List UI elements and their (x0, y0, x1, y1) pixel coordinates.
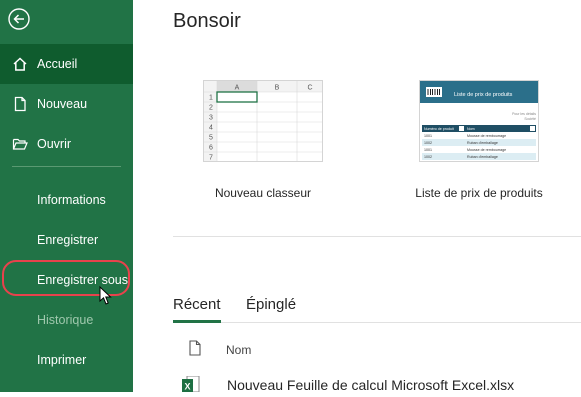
template-cell: 1002 (424, 141, 432, 145)
template-cell: Mousse de rembourrage (467, 134, 506, 138)
sidebar-divider (12, 166, 121, 167)
template-cell: Ruban d'emballage (467, 141, 498, 145)
sidebar-item-label: Accueil (37, 57, 78, 71)
template-note: Société (524, 117, 536, 121)
row-header: 4 (209, 125, 213, 132)
column-header-a: A (235, 85, 240, 92)
home-icon (12, 56, 28, 72)
barcode-icon (426, 87, 442, 97)
sidebar-item-label: Historique (37, 313, 94, 327)
mouse-cursor-icon (99, 285, 113, 306)
row-header: 2 (209, 105, 213, 112)
template-col-header: Numéro de produit (424, 127, 454, 131)
folder-open-icon (12, 136, 28, 152)
sidebar-item-info[interactable]: Informations (0, 180, 133, 220)
sidebar-item-history: Historique (0, 300, 133, 340)
template-cell: 1002 (424, 155, 432, 159)
svg-text:X: X (184, 382, 190, 392)
tabs-divider (173, 322, 581, 323)
template-cell: Mousse de rembourrage (467, 148, 506, 152)
price-list-thumbnail: Liste de prix de produits Pour les détai… (420, 81, 538, 161)
template-note: Pour les détails (512, 112, 536, 116)
row-header: 5 (209, 135, 213, 142)
page-title: Bonsoir (173, 10, 241, 32)
sidebar-item-open[interactable]: Ouvrir (0, 124, 133, 164)
template-cell: 1001 (424, 148, 432, 152)
sidebar-item-label: Informations (37, 193, 106, 207)
column-header-b: B (275, 85, 280, 92)
document-column-icon (188, 340, 202, 356)
template-blank-workbook[interactable]: A B C 1 2 3 4 5 6 7 (203, 80, 323, 162)
new-document-icon (12, 96, 28, 112)
row-header: 3 (209, 115, 213, 122)
section-divider (173, 236, 581, 237)
template-banner-title: Liste de prix de produits (454, 92, 513, 98)
column-header-name[interactable]: Nom (226, 343, 251, 357)
row-header: 1 (209, 95, 213, 102)
sidebar-item-label: Enregistrer (37, 233, 99, 247)
excel-file-icon: X (180, 375, 204, 393)
active-tab-indicator (173, 320, 221, 323)
column-header-c: C (307, 85, 312, 92)
sidebar-item-label: Ouvrir (37, 137, 72, 151)
template-label: Nouveau classeur (214, 186, 312, 200)
tab-pinned[interactable]: Épinglé (246, 296, 296, 313)
blank-workbook-thumbnail: A B C 1 2 3 4 5 6 7 (204, 81, 322, 162)
template-cell: 1001 (424, 134, 432, 138)
backstage-sidebar: Accueil Nouveau Ouvrir Informations Enre… (0, 0, 133, 392)
sidebar-item-new[interactable]: Nouveau (0, 84, 133, 124)
row-header: 7 (209, 155, 213, 162)
sidebar-item-print[interactable]: Imprimer (0, 340, 133, 380)
template-product-price-list[interactable]: Liste de prix de produits Pour les détai… (419, 80, 539, 162)
sidebar-item-label: Nouveau (37, 97, 88, 111)
file-name: Nouveau Feuille de calcul Microsoft Exce… (227, 377, 515, 393)
row-header: 6 (209, 145, 213, 152)
sidebar-item-label: Imprimer (37, 353, 87, 367)
back-arrow-icon[interactable] (8, 8, 30, 30)
tab-recent[interactable]: Récent (173, 296, 221, 313)
template-label: Liste de prix de produits (415, 186, 543, 200)
sidebar-item-home[interactable]: Accueil (0, 44, 133, 84)
template-col-header: Nom (467, 127, 475, 131)
template-cell: Ruban d'emballage (467, 155, 498, 159)
sidebar-item-save[interactable]: Enregistrer (0, 220, 133, 260)
